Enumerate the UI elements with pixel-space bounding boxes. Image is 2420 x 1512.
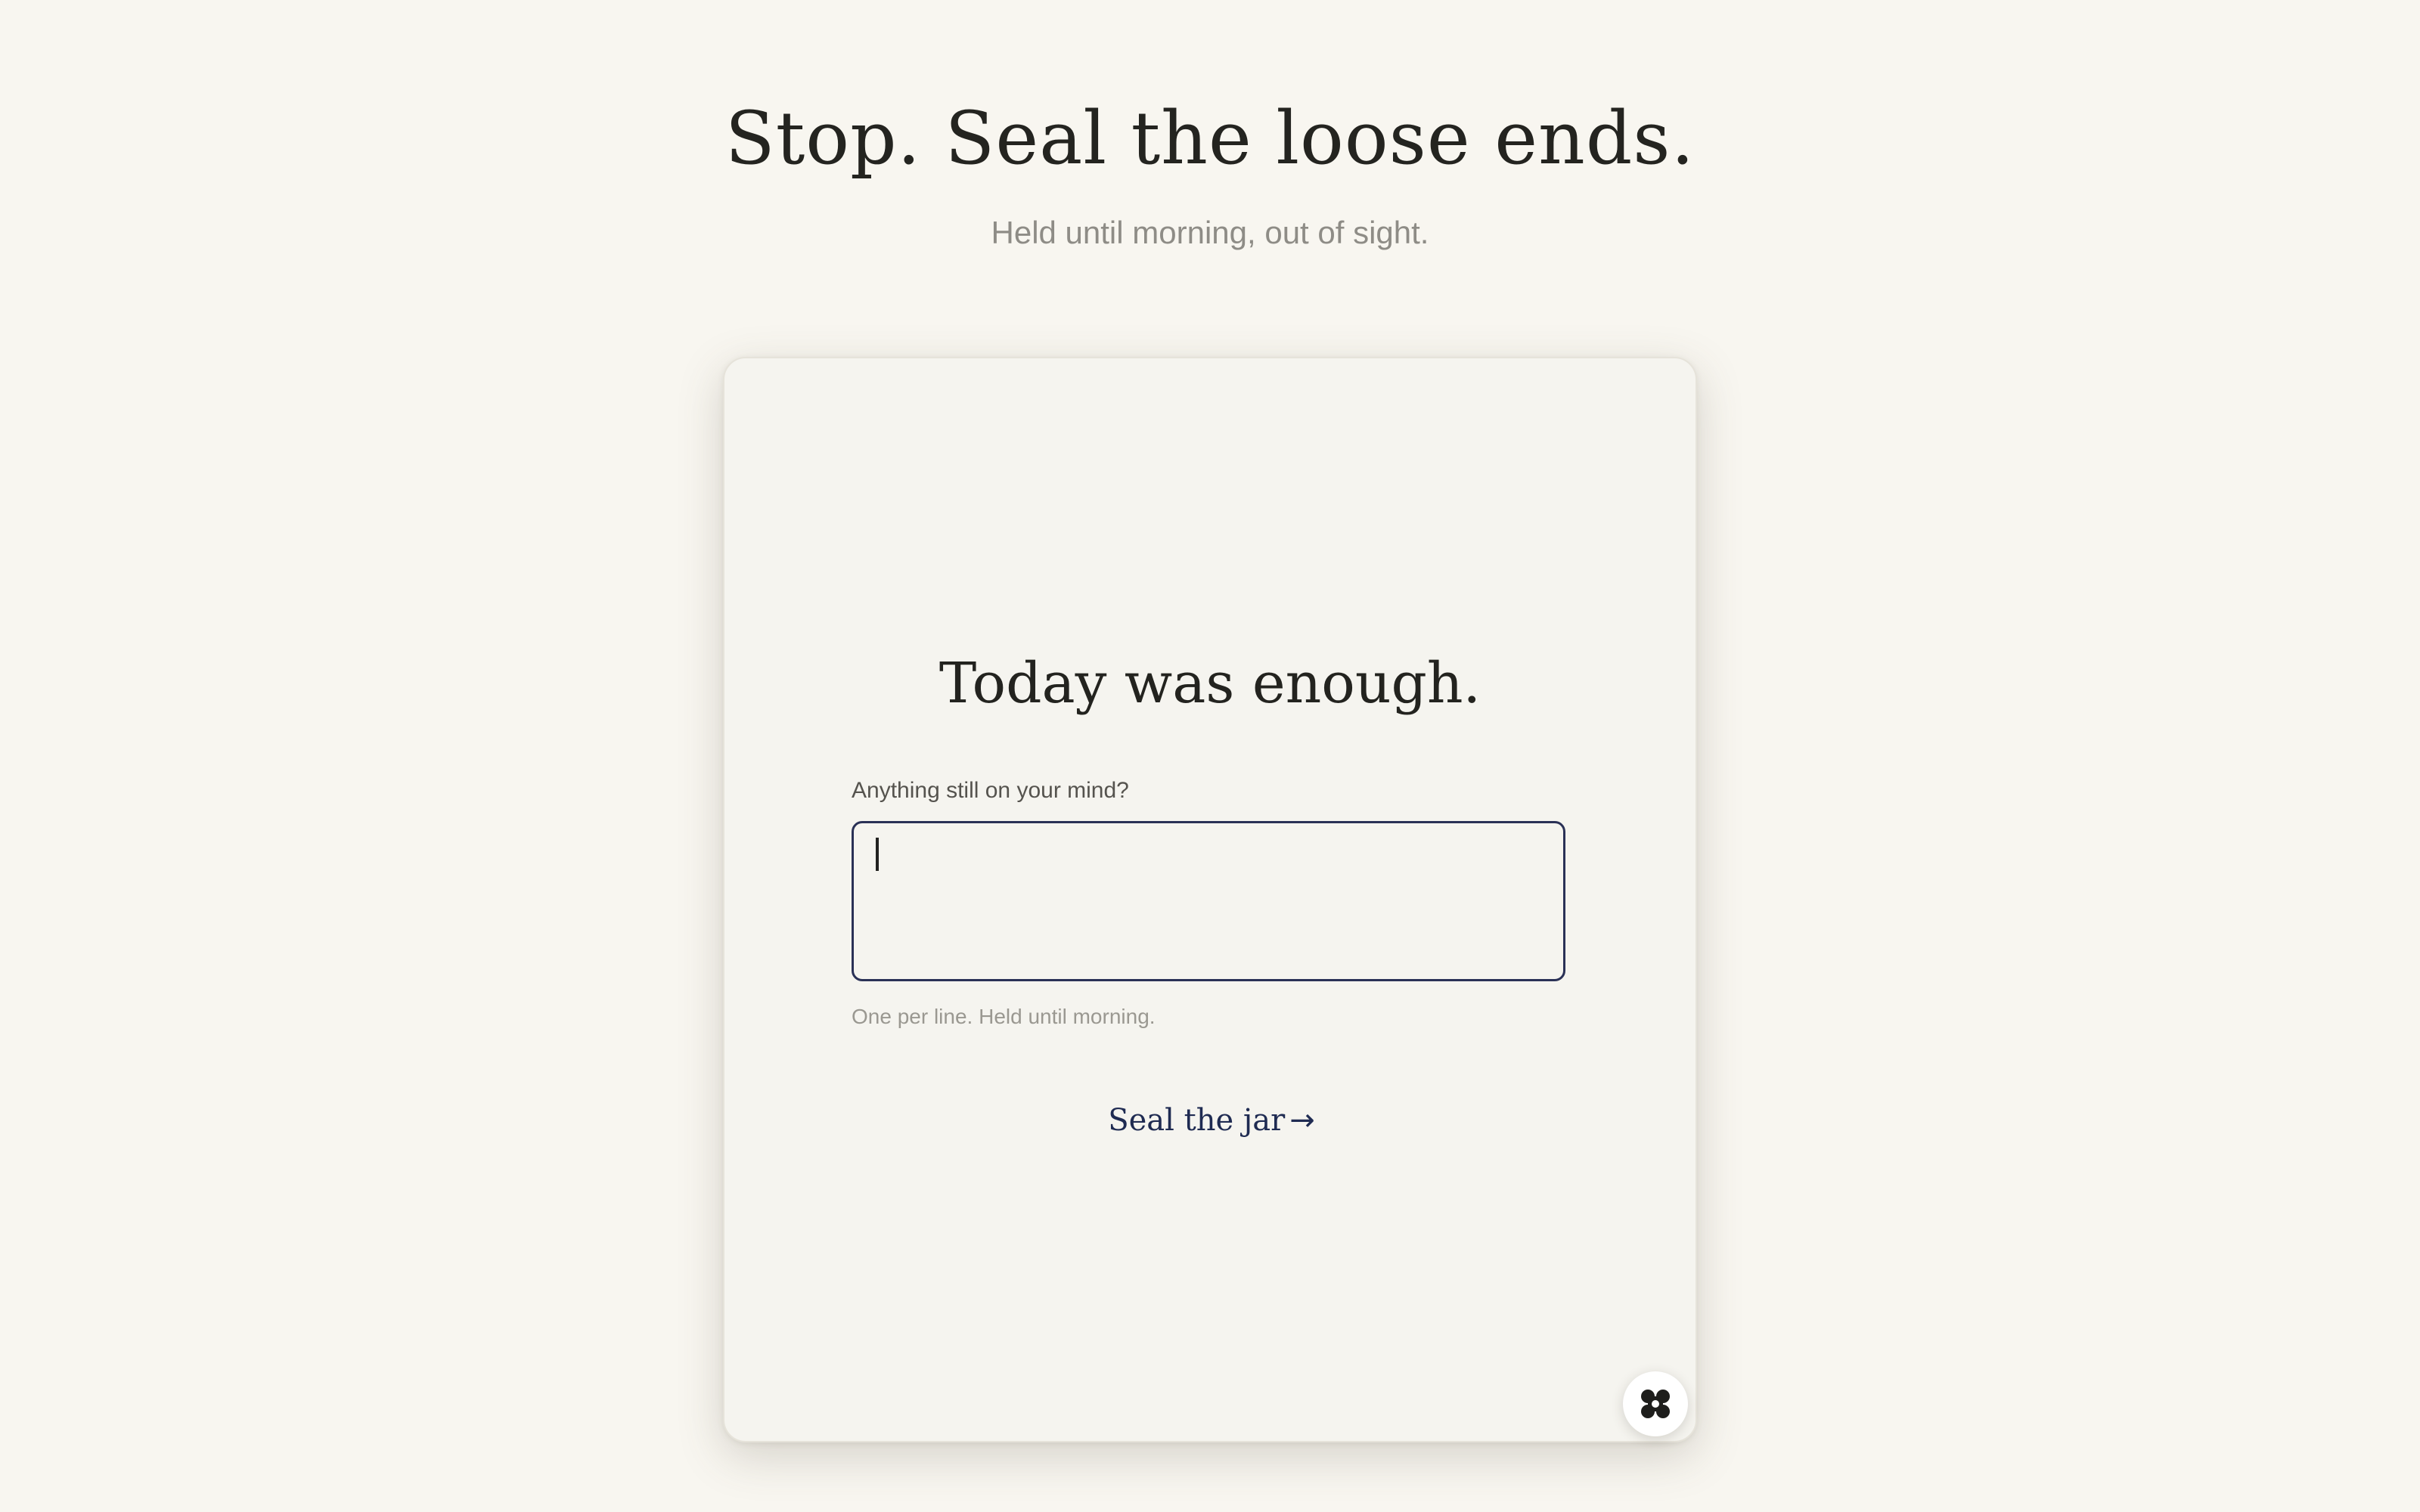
card-heading: Today was enough. [939,651,1481,716]
page-subtitle: Held until morning, out of sight. [991,215,1429,250]
seal-button-label: Seal the jar [1108,1103,1286,1138]
page-title: Stop. Seal the loose ends. [724,96,1696,181]
floating-widget-button[interactable] [1623,1371,1688,1436]
mind-input[interactable] [852,821,1565,981]
jar-card: Today was enough. Anything still on your… [723,357,1697,1442]
mind-field-label: Anything still on your mind? [852,778,1129,803]
seal-the-jar-button[interactable]: Seal the jar → [1060,1090,1363,1151]
text-cursor [876,838,879,871]
four-petal-icon [1641,1390,1670,1418]
helper-text: One per line. Held until morning. [852,1005,1156,1028]
arrow-right-icon: → [1289,1103,1315,1138]
